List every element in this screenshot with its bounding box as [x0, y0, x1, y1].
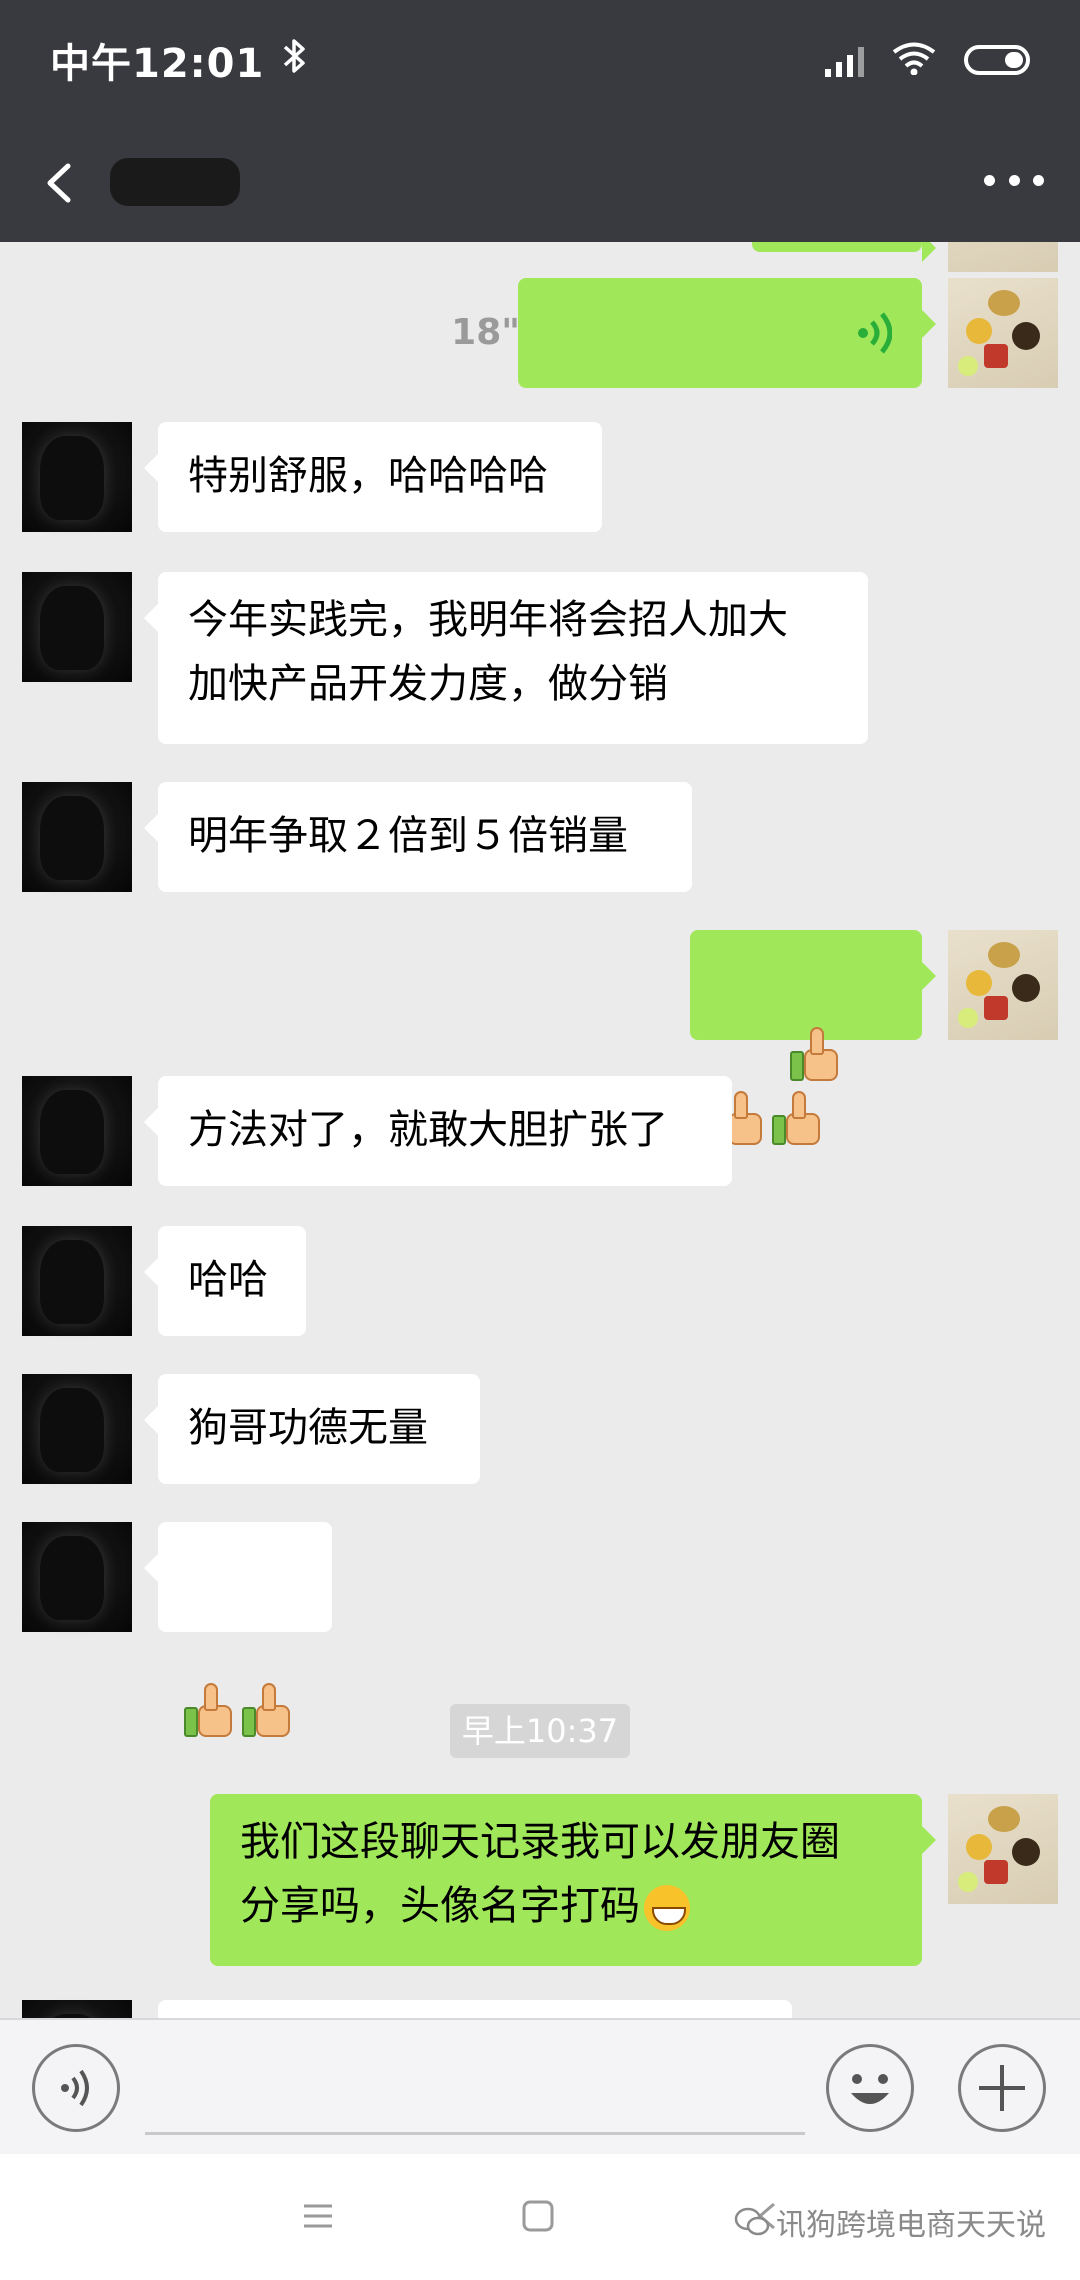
contact-avatar[interactable] [22, 1374, 132, 1484]
emoji-face-icon [851, 2074, 889, 2104]
more-functions-button[interactable] [958, 2044, 1046, 2132]
message-bubble[interactable]: 哈哈 [144, 1226, 306, 1336]
system-nav-bar: 讯狗跨境电商天天说 [0, 2154, 1080, 2280]
contact-avatar[interactable] [22, 1522, 132, 1632]
thumbs-up-icon [770, 1089, 824, 1147]
grin-emoji-icon [644, 1885, 690, 1931]
signal-icon [825, 43, 864, 77]
input-bar [0, 2018, 1080, 2154]
contact-avatar[interactable] [22, 1226, 132, 1336]
home-square-icon[interactable] [518, 2196, 558, 2236]
my-avatar[interactable] [948, 278, 1058, 388]
bluetooth-icon [282, 36, 308, 85]
my-avatar[interactable] [948, 930, 1058, 1040]
emoji-message-bubble[interactable] [690, 930, 936, 1145]
menu-icon[interactable] [298, 2196, 338, 2236]
voice-mode-icon [61, 2069, 89, 2107]
watermark: 讯狗跨境电商天天说 [734, 2200, 1046, 2244]
contact-avatar[interactable] [22, 2000, 132, 2018]
message-text: 我们这段聊天记录我可以发朋友圈 分享吗，头像名字打码 [240, 1819, 840, 1929]
watermark-text: 讯狗跨境电商天天说 [776, 2208, 1046, 2243]
emoji-button[interactable] [826, 2044, 914, 2132]
contact-avatar[interactable] [22, 1076, 132, 1186]
my-avatar[interactable] [948, 242, 1058, 272]
message-bubble[interactable]: 我们这段聊天记录我可以发朋友圈 分享吗，头像名字打码 [210, 1794, 936, 1966]
contact-avatar[interactable] [22, 782, 132, 892]
message-bubble[interactable]: 狗哥功德无量 [144, 1374, 480, 1484]
my-avatar[interactable] [948, 1794, 1058, 1904]
voice-mode-button[interactable] [32, 2044, 120, 2132]
message-input[interactable] [145, 2132, 805, 2135]
emoji-message-bubble[interactable] [144, 1522, 332, 1737]
message-bubble-partial[interactable] [752, 242, 936, 262]
message-bubble[interactable]: 方法对了，就敢大胆扩张了 [144, 1076, 732, 1186]
status-bar: 中午12:01 [0, 0, 1080, 120]
message-bubble[interactable]: 明年争取２倍到５倍销量 [144, 782, 692, 892]
thumbs-up-icon [240, 1681, 294, 1739]
chevron-left-icon [47, 163, 71, 203]
battery-icon [964, 45, 1030, 75]
more-button[interactable] [984, 160, 1044, 200]
voice-wave-icon [858, 312, 892, 354]
message-bubble[interactable]: 特别舒服，哈哈哈哈 [144, 422, 602, 532]
timestamp-divider: 早上10:37 [450, 1704, 630, 1758]
chat-header [0, 120, 1080, 242]
plus-icon [979, 2065, 1025, 2111]
message-bubble[interactable]: 今年实践完，我明年将会招人加大 加快产品开发力度，做分销 [144, 572, 868, 744]
contact-avatar[interactable] [22, 572, 132, 682]
wechat-logo-icon [734, 2207, 770, 2236]
thumbs-up-icon [788, 1025, 842, 1083]
back-button[interactable] [30, 148, 100, 218]
wifi-icon [892, 41, 936, 79]
thumbs-up-icon [182, 1681, 236, 1739]
status-time: 中午12:01 [50, 41, 265, 87]
voice-duration: 18" [451, 312, 520, 353]
more-dots-icon [984, 174, 995, 186]
contact-avatar[interactable] [22, 422, 132, 532]
voice-message-bubble[interactable] [518, 278, 936, 388]
message-bubble-partial[interactable] [158, 2000, 792, 2018]
chat-title [110, 158, 240, 206]
chat-message-list[interactable]: 18" 特别舒服，哈哈哈哈 今年实践完，我明年将会招人加大 加快产品开发力度，做… [0, 242, 1080, 2018]
